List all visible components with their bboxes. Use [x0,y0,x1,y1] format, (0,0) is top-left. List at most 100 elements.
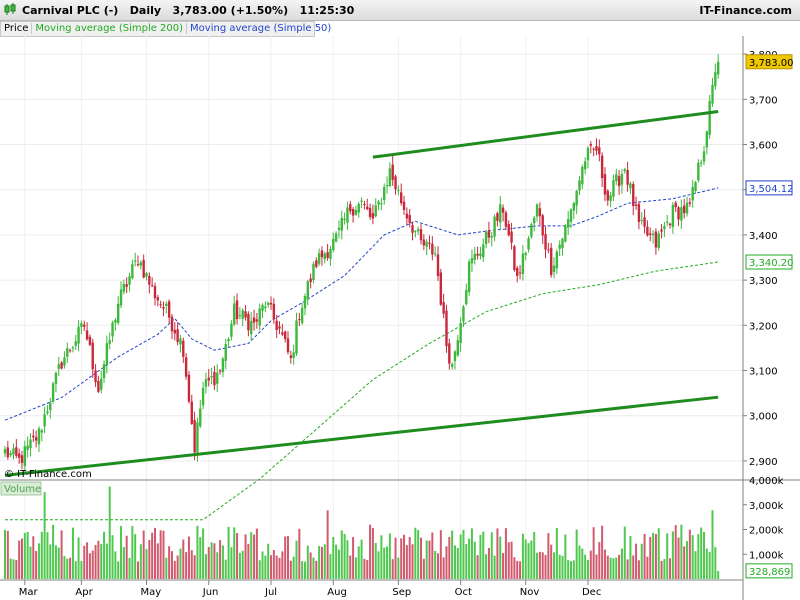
candle-body [583,161,587,170]
candle-body [49,402,52,411]
price-chart[interactable]: 2,900 3,000 3,100 3,200 3,300 3,400 3,500 3,600… [0,0,800,600]
volume-bar [337,549,340,579]
candle-body [558,244,561,249]
candle-body [391,164,394,180]
volume-bar [284,536,287,579]
volume-bar [179,548,182,579]
candle-body [275,320,278,331]
candle-body [575,190,578,206]
volume-bar [462,529,465,579]
candle-body [34,437,38,441]
volume-bar [705,548,708,579]
candle-body [295,320,298,354]
candle-body [366,206,369,210]
volume-bar [649,536,652,579]
candle-body [705,131,709,148]
candle-body [383,186,386,200]
volume-bar [272,549,275,579]
candle-body [507,224,510,236]
candle-body [247,313,250,331]
volume-bar [391,559,394,579]
volume-bar [88,553,91,579]
month-label: Nov [520,587,540,598]
month-label: Mar [19,587,39,598]
volume-bar [640,543,643,579]
legend-ma50[interactable]: Moving average (Simple 50) [187,23,334,34]
candle-body [708,100,711,135]
volume-bar [162,530,165,579]
volume-bar [468,538,471,579]
volume-bar [394,537,397,579]
candle-body [371,213,375,219]
candle-body [244,311,247,318]
candle-body [156,297,160,301]
candle-body [88,336,92,345]
volume-bar [168,546,171,579]
volume-bar [54,545,57,579]
candle-body [340,217,343,231]
volume-bar [487,547,490,579]
candle-body [230,323,233,337]
candle-body [37,428,41,445]
candle-body [637,204,641,222]
volume-bar [66,558,69,579]
volume-bar [442,557,445,579]
volume-bar [493,555,496,579]
volume-bar [357,546,360,579]
last-price-badge: 3,783.00 [749,58,794,69]
volume-bar [686,541,689,579]
candle-body [368,207,372,218]
candle-body [354,209,358,215]
candle-body [286,338,290,353]
candle-body [533,217,536,224]
volume-bar [236,533,239,579]
watermark: © IT-Finance.com [4,469,92,480]
volume-bar [414,527,417,579]
volume-bar [15,560,18,579]
volume-bar [125,535,128,579]
volume-bar [578,545,581,579]
candle-body [250,320,253,335]
volume-bar [210,542,213,579]
candle-body [397,189,400,191]
candle-body [699,162,703,164]
volume-tick-label: 1,000k [749,550,784,561]
candle-body [332,238,335,251]
volume-bar [547,533,550,579]
volume-bar [20,538,23,579]
volume-bar [388,533,391,579]
volume-bar [629,535,632,579]
volume-bar [606,555,609,579]
volume-bar [18,540,21,579]
candle-body [289,355,293,358]
candle-body [221,358,225,373]
volume-bar [97,540,100,579]
volume-bar [521,533,524,579]
volume-bar [74,561,77,579]
volume-bar [609,557,612,579]
volume-bar [510,541,513,579]
candle-body [351,209,355,216]
volume-bar [408,536,411,579]
volume-bar [137,561,140,579]
volume-bar [555,527,558,579]
candle-body [357,203,360,213]
legend-price[interactable]: Price [1,23,33,34]
candle-body [657,233,660,248]
price-tick-label: 3,300 [749,276,778,287]
candle-body [32,435,35,438]
candle-body [278,326,281,329]
month-label: May [141,587,162,598]
candle-body [674,202,677,208]
volume-bar [669,558,672,579]
legend-ma200[interactable]: Moving average (Simple 200) [32,23,188,34]
candle-body [315,260,318,267]
volume-bar [69,557,72,579]
candle-body [77,326,80,344]
volume-bar [255,528,258,579]
volume-bar [586,559,589,579]
candle-body [323,253,326,260]
candle-body [487,230,491,238]
candle-body [714,72,717,87]
volume-tick-label: 3,000k [749,501,784,512]
